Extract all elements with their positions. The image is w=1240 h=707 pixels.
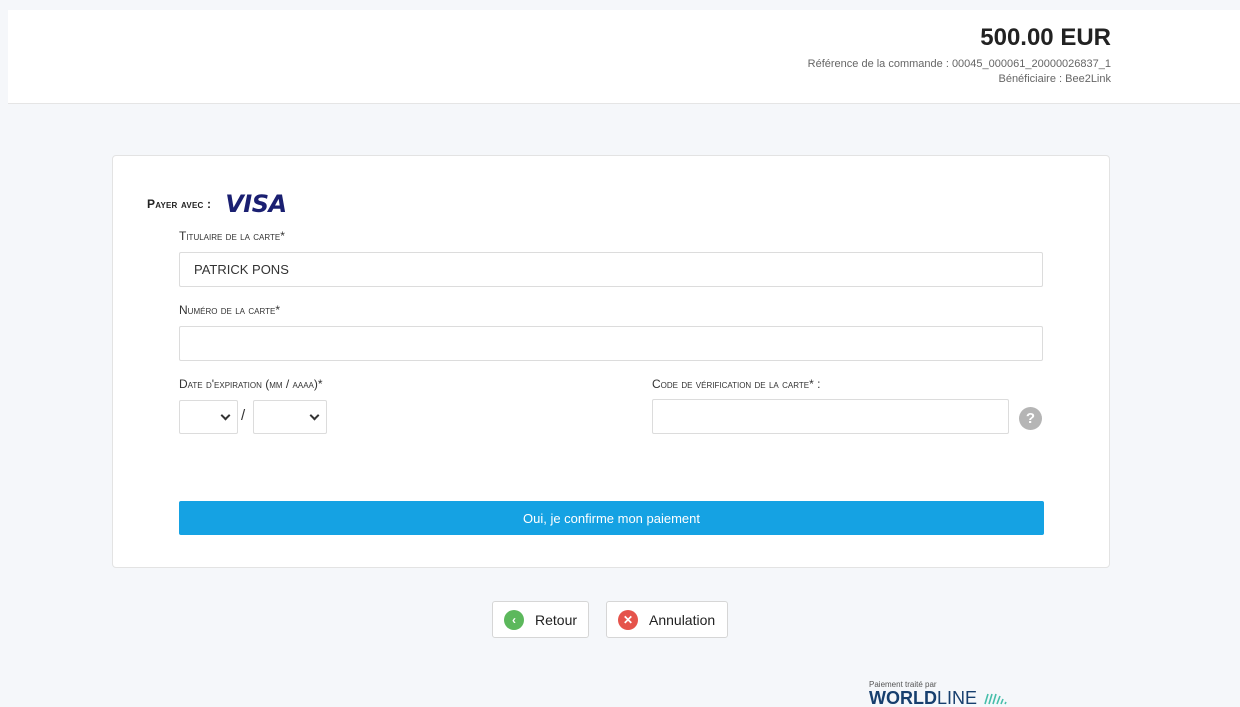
back-button[interactable]: ‹ Retour bbox=[492, 601, 589, 638]
pay-with-row: Payer avec : VISA bbox=[147, 190, 287, 218]
expiry-year-select[interactable] bbox=[253, 400, 327, 434]
card-number-label: Numéro de la carte* bbox=[179, 303, 280, 317]
expiry-separator: / bbox=[241, 407, 246, 424]
back-button-label: Retour bbox=[535, 611, 578, 628]
card-number-input[interactable] bbox=[179, 326, 1043, 361]
chevron-left-icon: ‹ bbox=[504, 609, 524, 630]
visa-logo: VISA bbox=[225, 190, 287, 218]
order-amount: 500.00 EUR bbox=[980, 24, 1111, 51]
card-holder-label: Titulaire de la carte* bbox=[179, 229, 285, 243]
pay-with-label: Payer avec : bbox=[147, 197, 212, 211]
chevron-down-icon bbox=[309, 410, 320, 420]
worldline-brand-bold: WORLD bbox=[869, 688, 937, 707]
close-icon: ✕ bbox=[618, 609, 638, 630]
cvv-label: Code de vérification de la carte* : bbox=[652, 377, 821, 391]
card-holder-input[interactable]: PATRICK PONS bbox=[179, 252, 1043, 287]
order-reference: Référence de la commande : 00045_000061_… bbox=[807, 58, 1111, 70]
worldline-wordmark: WORLD LINE bbox=[869, 689, 1009, 707]
beneficiary: Bénéficiaire : Bee2Link bbox=[998, 73, 1111, 85]
worldline-waves-icon bbox=[984, 693, 1007, 705]
worldline-logo: Paiement traité par WORLD LINE bbox=[869, 680, 1009, 707]
cvv-input[interactable] bbox=[652, 399, 1009, 434]
expiry-date-label: Date d'expiration (mm / aaaa)* bbox=[179, 377, 323, 391]
cancel-button-label: Annulation bbox=[649, 611, 716, 628]
confirm-payment-button[interactable]: Oui, je confirme mon paiement bbox=[179, 501, 1044, 535]
cancel-button[interactable]: ✕ Annulation bbox=[606, 601, 728, 638]
expiry-month-select[interactable] bbox=[179, 400, 238, 434]
chevron-down-icon bbox=[220, 410, 231, 420]
order-summary-header: 500.00 EUR Référence de la commande : 00… bbox=[8, 10, 1240, 104]
worldline-brand-light: LINE bbox=[936, 688, 978, 707]
payment-form-card: Payer avec : VISA Titulaire de la carte*… bbox=[112, 155, 1110, 568]
question-circle-icon[interactable]: ? bbox=[1019, 407, 1042, 430]
